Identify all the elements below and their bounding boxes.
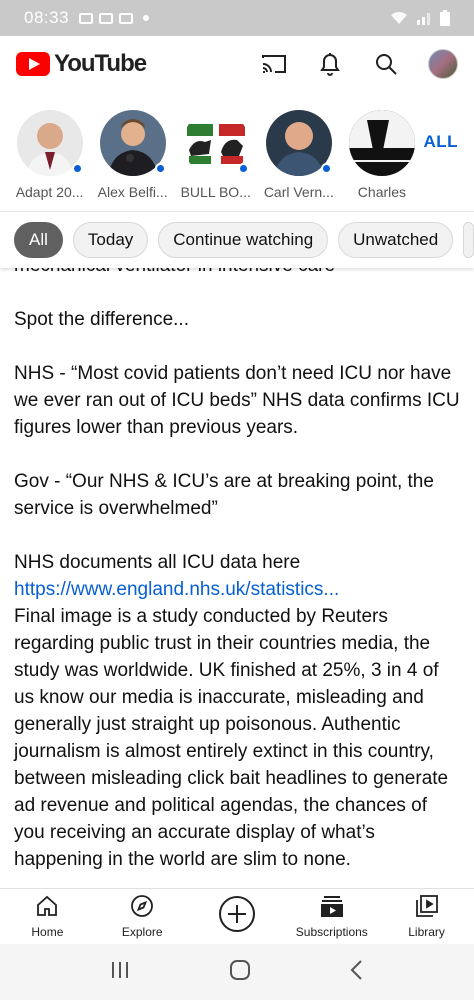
- screenshot-icon: [119, 12, 134, 24]
- add-circle-icon: [218, 895, 256, 938]
- library-icon: [415, 894, 439, 923]
- post-paragraph: NHS documents all ICU data here: [14, 552, 301, 573]
- chip-continue-watching[interactable]: Continue watching: [158, 222, 329, 258]
- nav-label: Subscriptions: [295, 925, 368, 939]
- channel-name: Adapt 20...: [15, 184, 84, 200]
- new-content-dot: [154, 163, 166, 174]
- nav-home[interactable]: Home: [0, 889, 95, 944]
- cast-icon[interactable]: [260, 50, 288, 78]
- filter-chips: All Today Continue watching Unwatched: [0, 212, 474, 268]
- subscriptions-strip: Adapt 20... Alex Belfi... BULL BO... Car…: [0, 92, 474, 212]
- system-navigation-bar: [0, 944, 474, 1000]
- nav-label: Library: [408, 925, 445, 939]
- channel-name: Charles: [357, 184, 407, 200]
- channel-name: Alex Belfi...: [97, 184, 168, 200]
- recent-apps-icon[interactable]: [109, 960, 131, 985]
- channel-avatar: [265, 110, 332, 176]
- channel-name: Carl Vern...: [263, 184, 334, 200]
- chip-unwatched[interactable]: Unwatched: [338, 222, 454, 258]
- home-icon: [35, 894, 59, 923]
- post-paragraph: Spot the difference...: [14, 309, 189, 330]
- calendar-icon: [99, 12, 114, 24]
- channel-avatar: [182, 110, 249, 176]
- home-button-icon[interactable]: [229, 959, 251, 986]
- youtube-logo[interactable]: YouTube: [16, 50, 147, 78]
- chip-more[interactable]: [463, 222, 474, 258]
- post-paragraph: Final image is a study conducted by Reut…: [14, 606, 449, 870]
- post-paragraph: Gov - “Our NHS & ICU’s are at breaking p…: [14, 471, 434, 519]
- back-icon[interactable]: [349, 959, 365, 986]
- all-subscriptions-button[interactable]: ALL: [423, 132, 458, 152]
- app-bar: YouTube: [0, 36, 474, 92]
- channel-avatar: [99, 110, 166, 176]
- channel-item[interactable]: Charles: [340, 110, 423, 200]
- chip-today[interactable]: Today: [72, 222, 149, 258]
- channel-item[interactable]: Adapt 20...: [8, 110, 91, 200]
- gallery-icon: [79, 12, 94, 24]
- compass-icon: [130, 894, 154, 923]
- status-bar: 08:33: [0, 0, 474, 36]
- nav-library[interactable]: Library: [379, 889, 474, 944]
- new-content-dot: [320, 163, 332, 174]
- brand-name: YouTube: [54, 50, 147, 77]
- channel-avatar: [348, 110, 415, 176]
- channel-item[interactable]: Alex Belfi...: [91, 110, 174, 200]
- post-paragraph: NHS - “Most covid patients don’t need IC…: [14, 363, 460, 438]
- wifi-icon: [390, 11, 408, 25]
- subscriptions-icon: [320, 894, 344, 923]
- channel-item[interactable]: BULL BO...: [174, 110, 257, 200]
- bottom-navigation: Home Explore Subscriptions Library: [0, 888, 474, 944]
- signal-icon: [416, 11, 432, 25]
- post-link[interactable]: https://www.england.nhs.uk/statistics...: [14, 576, 460, 603]
- notifications-bell-icon[interactable]: [316, 50, 344, 78]
- nav-subscriptions[interactable]: Subscriptions: [284, 889, 379, 944]
- new-content-dot: [237, 163, 249, 174]
- new-content-dot: [71, 163, 83, 174]
- nav-create[interactable]: [190, 889, 285, 944]
- nav-explore[interactable]: Explore: [95, 889, 190, 944]
- chip-all[interactable]: All: [14, 222, 63, 258]
- battery-icon: [440, 10, 450, 26]
- more-notifications-icon: [143, 15, 150, 21]
- search-icon[interactable]: [372, 50, 400, 78]
- notification-icons: [79, 12, 150, 24]
- account-avatar[interactable]: [428, 49, 458, 79]
- youtube-play-icon: [16, 52, 50, 76]
- channel-avatar: [16, 110, 83, 176]
- channel-name: BULL BO...: [180, 184, 251, 200]
- post-text: mechanical ventilator in intensive care …: [0, 252, 474, 888]
- nav-label: Explore: [121, 925, 163, 939]
- nav-label: Home: [31, 925, 64, 939]
- channel-item[interactable]: Carl Vern...: [257, 110, 340, 200]
- status-time: 08:33: [24, 8, 70, 27]
